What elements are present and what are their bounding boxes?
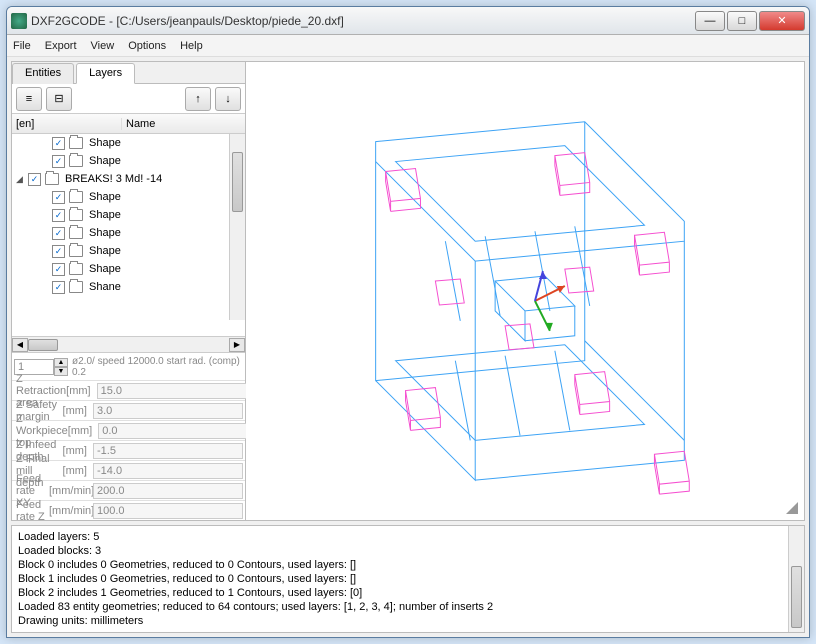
- tree-item-label: Shape: [89, 155, 245, 167]
- tree-body: ✓Shape✓Shape◢✓BREAKS! 3 Md! -14✓Shape✓Sh…: [12, 134, 245, 336]
- expand-all-button[interactable]: ⊟: [46, 87, 72, 111]
- left-panel: Entities Layers ≡ ⊟ ↑ ↓ [en] Name ✓ Shape…: [12, 62, 246, 520]
- tree-header: [en] Name: [12, 114, 245, 134]
- param-input[interactable]: [93, 463, 243, 479]
- visibility-checkbox[interactable]: ✓: [28, 173, 41, 186]
- minimize-button[interactable]: —: [695, 11, 725, 31]
- tree-scrollbar-h[interactable]: ◀▶: [12, 336, 245, 352]
- tree-col-en[interactable]: [en]: [12, 118, 122, 130]
- tree-col-name[interactable]: Name: [122, 118, 245, 130]
- tree-row[interactable]: ◢✓ BREAKS! 3 Md! -14: [12, 170, 245, 188]
- visibility-checkbox[interactable]: ✓: [52, 137, 65, 150]
- folder-icon: [45, 173, 59, 185]
- param-unit: [mm]: [68, 425, 96, 437]
- axis-gizmo: [535, 271, 565, 331]
- tree-row[interactable]: ✓ Shape: [12, 134, 245, 152]
- tree-item-label: Shape: [89, 245, 245, 257]
- visibility-checkbox[interactable]: ✓: [52, 209, 65, 222]
- tree-row[interactable]: ✓ Shape: [12, 206, 245, 224]
- menu-file[interactable]: File: [13, 40, 31, 52]
- close-button[interactable]: ✕: [759, 11, 805, 31]
- menu-help[interactable]: Help: [180, 40, 203, 52]
- folder-icon: [69, 155, 83, 167]
- tree-row[interactable]: ✓ Shape: [12, 152, 245, 170]
- folder-icon: [69, 137, 83, 149]
- console-line: Block 2 includes 1 Geometries, reduced t…: [18, 586, 798, 600]
- folder-icon: [69, 263, 83, 275]
- expand-icon[interactable]: ◢: [16, 174, 28, 185]
- console[interactable]: Loaded layers: 5Loaded blocks: 3Block 0 …: [11, 525, 805, 633]
- tree-item-label: Shane: [89, 281, 245, 293]
- visibility-checkbox[interactable]: ✓: [52, 245, 65, 258]
- collapse-all-button[interactable]: ≡: [16, 87, 42, 111]
- maximize-button[interactable]: □: [727, 11, 757, 31]
- param-unit: [mm/min]: [49, 485, 91, 497]
- visibility-checkbox[interactable]: ✓: [52, 155, 65, 168]
- tree-scrollbar-v[interactable]: [229, 134, 245, 320]
- app-window: DXF2GCODE - [C:/Users/jeanpauls/Desktop/…: [6, 6, 810, 638]
- param-input[interactable]: [93, 443, 243, 459]
- titlebar[interactable]: DXF2GCODE - [C:/Users/jeanpauls/Desktop/…: [7, 7, 809, 35]
- tree-row[interactable]: ✓ Shape: [12, 242, 245, 260]
- param-unit: [mm/min]: [49, 505, 91, 517]
- tab-layers[interactable]: Layers: [76, 63, 135, 84]
- param-row: Feed rate XY[mm/min]: [12, 480, 245, 500]
- param-row: Z Retraction area[mm]: [12, 380, 245, 400]
- move-up-button[interactable]: ↑: [185, 87, 211, 111]
- visibility-checkbox[interactable]: ✓: [52, 281, 65, 294]
- console-line: Block 1 includes 0 Geometries, reduced t…: [18, 572, 798, 586]
- visibility-checkbox[interactable]: ✓: [52, 191, 65, 204]
- folder-icon: [69, 281, 83, 293]
- folder-icon: [69, 227, 83, 239]
- console-line: Loaded layers: 5: [18, 530, 798, 544]
- param-input[interactable]: [93, 403, 243, 419]
- console-line: Loaded blocks: 3: [18, 544, 798, 558]
- tab-entities[interactable]: Entities: [12, 63, 74, 84]
- resize-handle[interactable]: [784, 500, 798, 514]
- param-unit: [mm]: [63, 445, 91, 457]
- param-row: Feed rate Z[mm/min]: [12, 500, 245, 520]
- tool-description: ø2.0/ speed 12000.0 start rad. (comp) 0.…: [68, 356, 243, 378]
- console-line: Loaded 83 entity geometries; reduced to …: [18, 600, 798, 614]
- console-line: Block 0 includes 0 Geometries, reduced t…: [18, 558, 798, 572]
- console-scrollbar[interactable]: [788, 526, 804, 632]
- visibility-checkbox[interactable]: ✓: [52, 227, 65, 240]
- tree-item-label: Shape: [89, 263, 245, 275]
- tree-row[interactable]: ✓ Shape: [12, 224, 245, 242]
- main-content: Entities Layers ≡ ⊟ ↑ ↓ [en] Name ✓ Shape…: [11, 61, 805, 521]
- folder-icon: [69, 209, 83, 221]
- param-input[interactable]: [97, 383, 247, 399]
- folder-icon: [69, 191, 83, 203]
- drawing-canvas[interactable]: [246, 62, 804, 520]
- folder-icon: [69, 245, 83, 257]
- visibility-checkbox[interactable]: ✓: [52, 263, 65, 276]
- window-title: DXF2GCODE - [C:/Users/jeanpauls/Desktop/…: [31, 14, 695, 28]
- menu-export[interactable]: Export: [45, 40, 77, 52]
- viewport[interactable]: [246, 62, 804, 520]
- tree-item-label: Shape: [89, 227, 245, 239]
- param-input[interactable]: [93, 483, 243, 499]
- tab-bar: Entities Layers: [12, 62, 245, 84]
- tree-item-label: Shape: [89, 191, 245, 203]
- tree-row[interactable]: ✓ Shape: [12, 188, 245, 206]
- tree-row[interactable]: ✓ Shape: [12, 260, 245, 278]
- app-icon: [11, 13, 27, 29]
- menubar: File Export View Options Help: [7, 35, 809, 57]
- console-line: Drawing units: millimeters: [18, 614, 798, 628]
- param-input[interactable]: [98, 423, 248, 439]
- param-unit: [mm]: [63, 465, 91, 477]
- param-unit: [mm]: [66, 385, 94, 397]
- param-row: Z Workpiece top[mm]: [12, 420, 245, 440]
- move-down-button[interactable]: ↓: [215, 87, 241, 111]
- param-input[interactable]: [93, 503, 243, 519]
- tree-item-label: Shape: [89, 209, 245, 221]
- tree-row[interactable]: ✓ Shane: [12, 278, 245, 296]
- menu-view[interactable]: View: [91, 40, 115, 52]
- layer-toolbar: ≡ ⊟ ↑ ↓: [12, 84, 245, 114]
- menu-options[interactable]: Options: [128, 40, 166, 52]
- tree-item-label: Shape: [89, 137, 245, 149]
- param-label: Feed rate Z: [12, 499, 49, 523]
- tree-item-label: BREAKS! 3 Md! -14: [65, 173, 245, 185]
